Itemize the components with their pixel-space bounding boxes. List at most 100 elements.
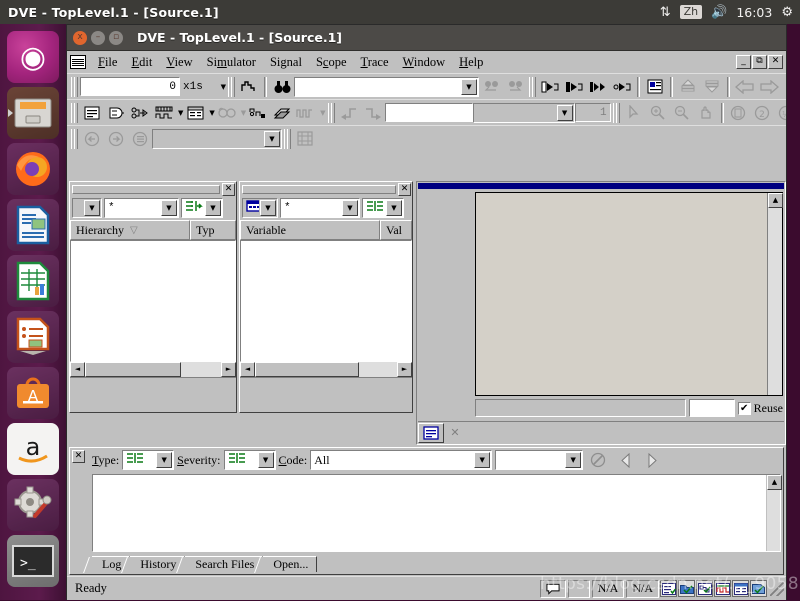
source-view-icon[interactable] — [750, 580, 767, 597]
variable-filter-combo[interactable]: * ▼ — [280, 198, 360, 218]
chevron-down-icon-4[interactable]: ▼ — [565, 452, 582, 468]
report-document-icon[interactable] — [644, 76, 666, 97]
menu-edit[interactable]: Edit — [124, 53, 159, 72]
severity-combo[interactable]: ▼ — [223, 450, 276, 470]
zoom-in-icon[interactable] — [646, 102, 669, 123]
any-edge-icon[interactable] — [587, 76, 609, 97]
scroll-right-icon[interactable]: ► — [221, 362, 236, 377]
launcher-item-libreoffice-calc[interactable] — [7, 255, 59, 307]
search-forward-icon[interactable] — [504, 76, 526, 97]
source-view-icon[interactable] — [81, 102, 103, 123]
mdi-restore-button[interactable]: ⧉ — [752, 55, 767, 69]
source-tab-close-button[interactable]: ✕ — [444, 423, 466, 443]
hierarchy-flow-combo[interactable]: ▼ — [181, 198, 223, 218]
clock-indicator[interactable]: 16:03 — [736, 5, 772, 20]
chevron-down-icon-2[interactable]: ▼ — [161, 200, 177, 216]
variable-table-combo[interactable]: ▼ — [242, 198, 278, 218]
variable-close-button[interactable]: ✕ — [398, 183, 411, 196]
waveform-search-icon[interactable] — [238, 76, 260, 97]
launcher-item-terminal[interactable]: >_ — [7, 535, 59, 587]
prev-edge-icon[interactable] — [539, 76, 561, 97]
toolbar3-grip-2[interactable] — [284, 128, 291, 149]
history-list-icon[interactable] — [129, 128, 151, 149]
compare-icon[interactable] — [295, 102, 318, 123]
menu-window[interactable]: Window — [396, 53, 453, 72]
search-input[interactable]: ▼ — [294, 76, 479, 97]
chevron-down-icon[interactable]: ▼ — [156, 452, 173, 468]
toolbar2-grip-3[interactable] — [612, 102, 620, 123]
variable-list[interactable] — [240, 240, 412, 362]
wave-view-icon[interactable] — [714, 580, 731, 597]
launcher-item-firefox[interactable] — [7, 143, 59, 195]
menu-scope[interactable]: Scope — [309, 53, 354, 72]
menu-help[interactable]: Help — [452, 53, 490, 72]
input-method-indicator[interactable]: Zh — [679, 5, 703, 19]
zoom-out-icon[interactable] — [670, 102, 693, 123]
group-icon[interactable] — [271, 102, 294, 123]
dve-title-bar[interactable]: x – ▫ DVE - TopLevel.1 - [Source.1] — [67, 25, 786, 51]
scroll-up-icon[interactable]: ▲ — [767, 475, 782, 490]
tab-open[interactable]: Open... — [263, 556, 318, 572]
grid-icon[interactable] — [294, 128, 316, 149]
schematic-icon[interactable] — [105, 102, 127, 123]
scroll-up-icon[interactable]: ▲ — [768, 193, 783, 208]
window-minimize-button[interactable]: – — [91, 30, 105, 45]
schematic-view-icon[interactable] — [696, 580, 713, 597]
memory-view-icon[interactable] — [215, 102, 238, 123]
chevron-down-icon-4[interactable]: ▼ — [320, 109, 325, 117]
chevron-down-icon-3[interactable]: ▼ — [474, 452, 491, 468]
column-type[interactable]: Typ — [190, 220, 236, 240]
launcher-item-ubuntu-software[interactable]: A — [7, 367, 59, 419]
binoculars-icon[interactable] — [271, 76, 293, 97]
chevron-down-icon[interactable]: ▼ — [260, 200, 276, 216]
log-vscrollbar[interactable]: ▲ — [766, 475, 782, 551]
gear-icon[interactable]: ⚙ — [781, 6, 793, 19]
log-filter-combo[interactable]: ▼ — [495, 450, 584, 470]
network-updown-arrows-icon[interactable]: ⇅ — [660, 6, 671, 19]
window-close-button[interactable]: x — [73, 30, 87, 45]
chevron-down-icon-5[interactable]: ▼ — [556, 104, 573, 121]
previous-message-icon[interactable] — [614, 449, 637, 471]
scope-field[interactable] — [384, 103, 473, 122]
stack-up-icon[interactable] — [677, 76, 699, 97]
variable-pane-header[interactable]: ✕ — [240, 182, 412, 196]
chevron-down-icon[interactable]: ▼ — [461, 78, 477, 95]
launcher-item-files[interactable] — [7, 87, 59, 139]
next-message-icon[interactable] — [641, 449, 664, 471]
hand-pan-icon[interactable] — [694, 102, 717, 123]
launcher-item-libreoffice-writer[interactable] — [7, 199, 59, 251]
source-vscrollbar[interactable]: ▲ — [767, 193, 783, 395]
last-edge-icon[interactable] — [611, 76, 633, 97]
log-view-icon[interactable] — [660, 580, 677, 597]
log-close-button[interactable]: ✕ — [72, 450, 85, 463]
chevron-down-icon-2[interactable]: ▼ — [342, 200, 358, 216]
type-combo[interactable]: ▼ — [122, 450, 175, 470]
list-view-icon[interactable] — [732, 580, 749, 597]
resize-grip[interactable] — [770, 581, 784, 596]
menu-file[interactable]: FFileile — [91, 53, 124, 72]
step-forward-icon[interactable] — [361, 102, 384, 123]
history-back-icon[interactable] — [81, 128, 103, 149]
toolbar-grip-3[interactable] — [529, 76, 536, 97]
search-backward-icon[interactable] — [480, 76, 502, 97]
chevron-down-icon[interactable]: ▼ — [84, 200, 100, 216]
reuse-checkbox[interactable]: ✔ — [737, 401, 751, 415]
chevron-down-icon-3[interactable]: ▼ — [386, 200, 402, 216]
zoom-fit-icon[interactable] — [727, 102, 750, 123]
mdi-system-menu-icon[interactable] — [70, 55, 86, 69]
scroll-left-icon[interactable]: ◄ — [240, 362, 255, 377]
scope-combo[interactable]: ▼ — [472, 102, 575, 123]
menu-simulator[interactable]: Simulator — [200, 53, 263, 72]
column-variable[interactable]: Variable — [240, 220, 380, 240]
hierarchy-filter-combo[interactable]: * ▼ — [104, 198, 179, 218]
console-status-button[interactable] — [539, 579, 566, 598]
source-code-view[interactable]: ▲ — [475, 192, 783, 396]
assertion-icon[interactable] — [247, 102, 270, 123]
history-combo[interactable]: ▼ — [152, 128, 282, 149]
wave-view-icon[interactable] — [153, 102, 175, 123]
column-value[interactable]: Val — [380, 220, 412, 240]
time-unit-combo[interactable]: x1s ▼ — [180, 76, 226, 97]
time-value-field[interactable]: 0 — [80, 77, 180, 96]
window-maximize-button[interactable]: ▫ — [109, 30, 123, 45]
hierarchy-pane-header[interactable]: ✕ — [70, 182, 236, 196]
